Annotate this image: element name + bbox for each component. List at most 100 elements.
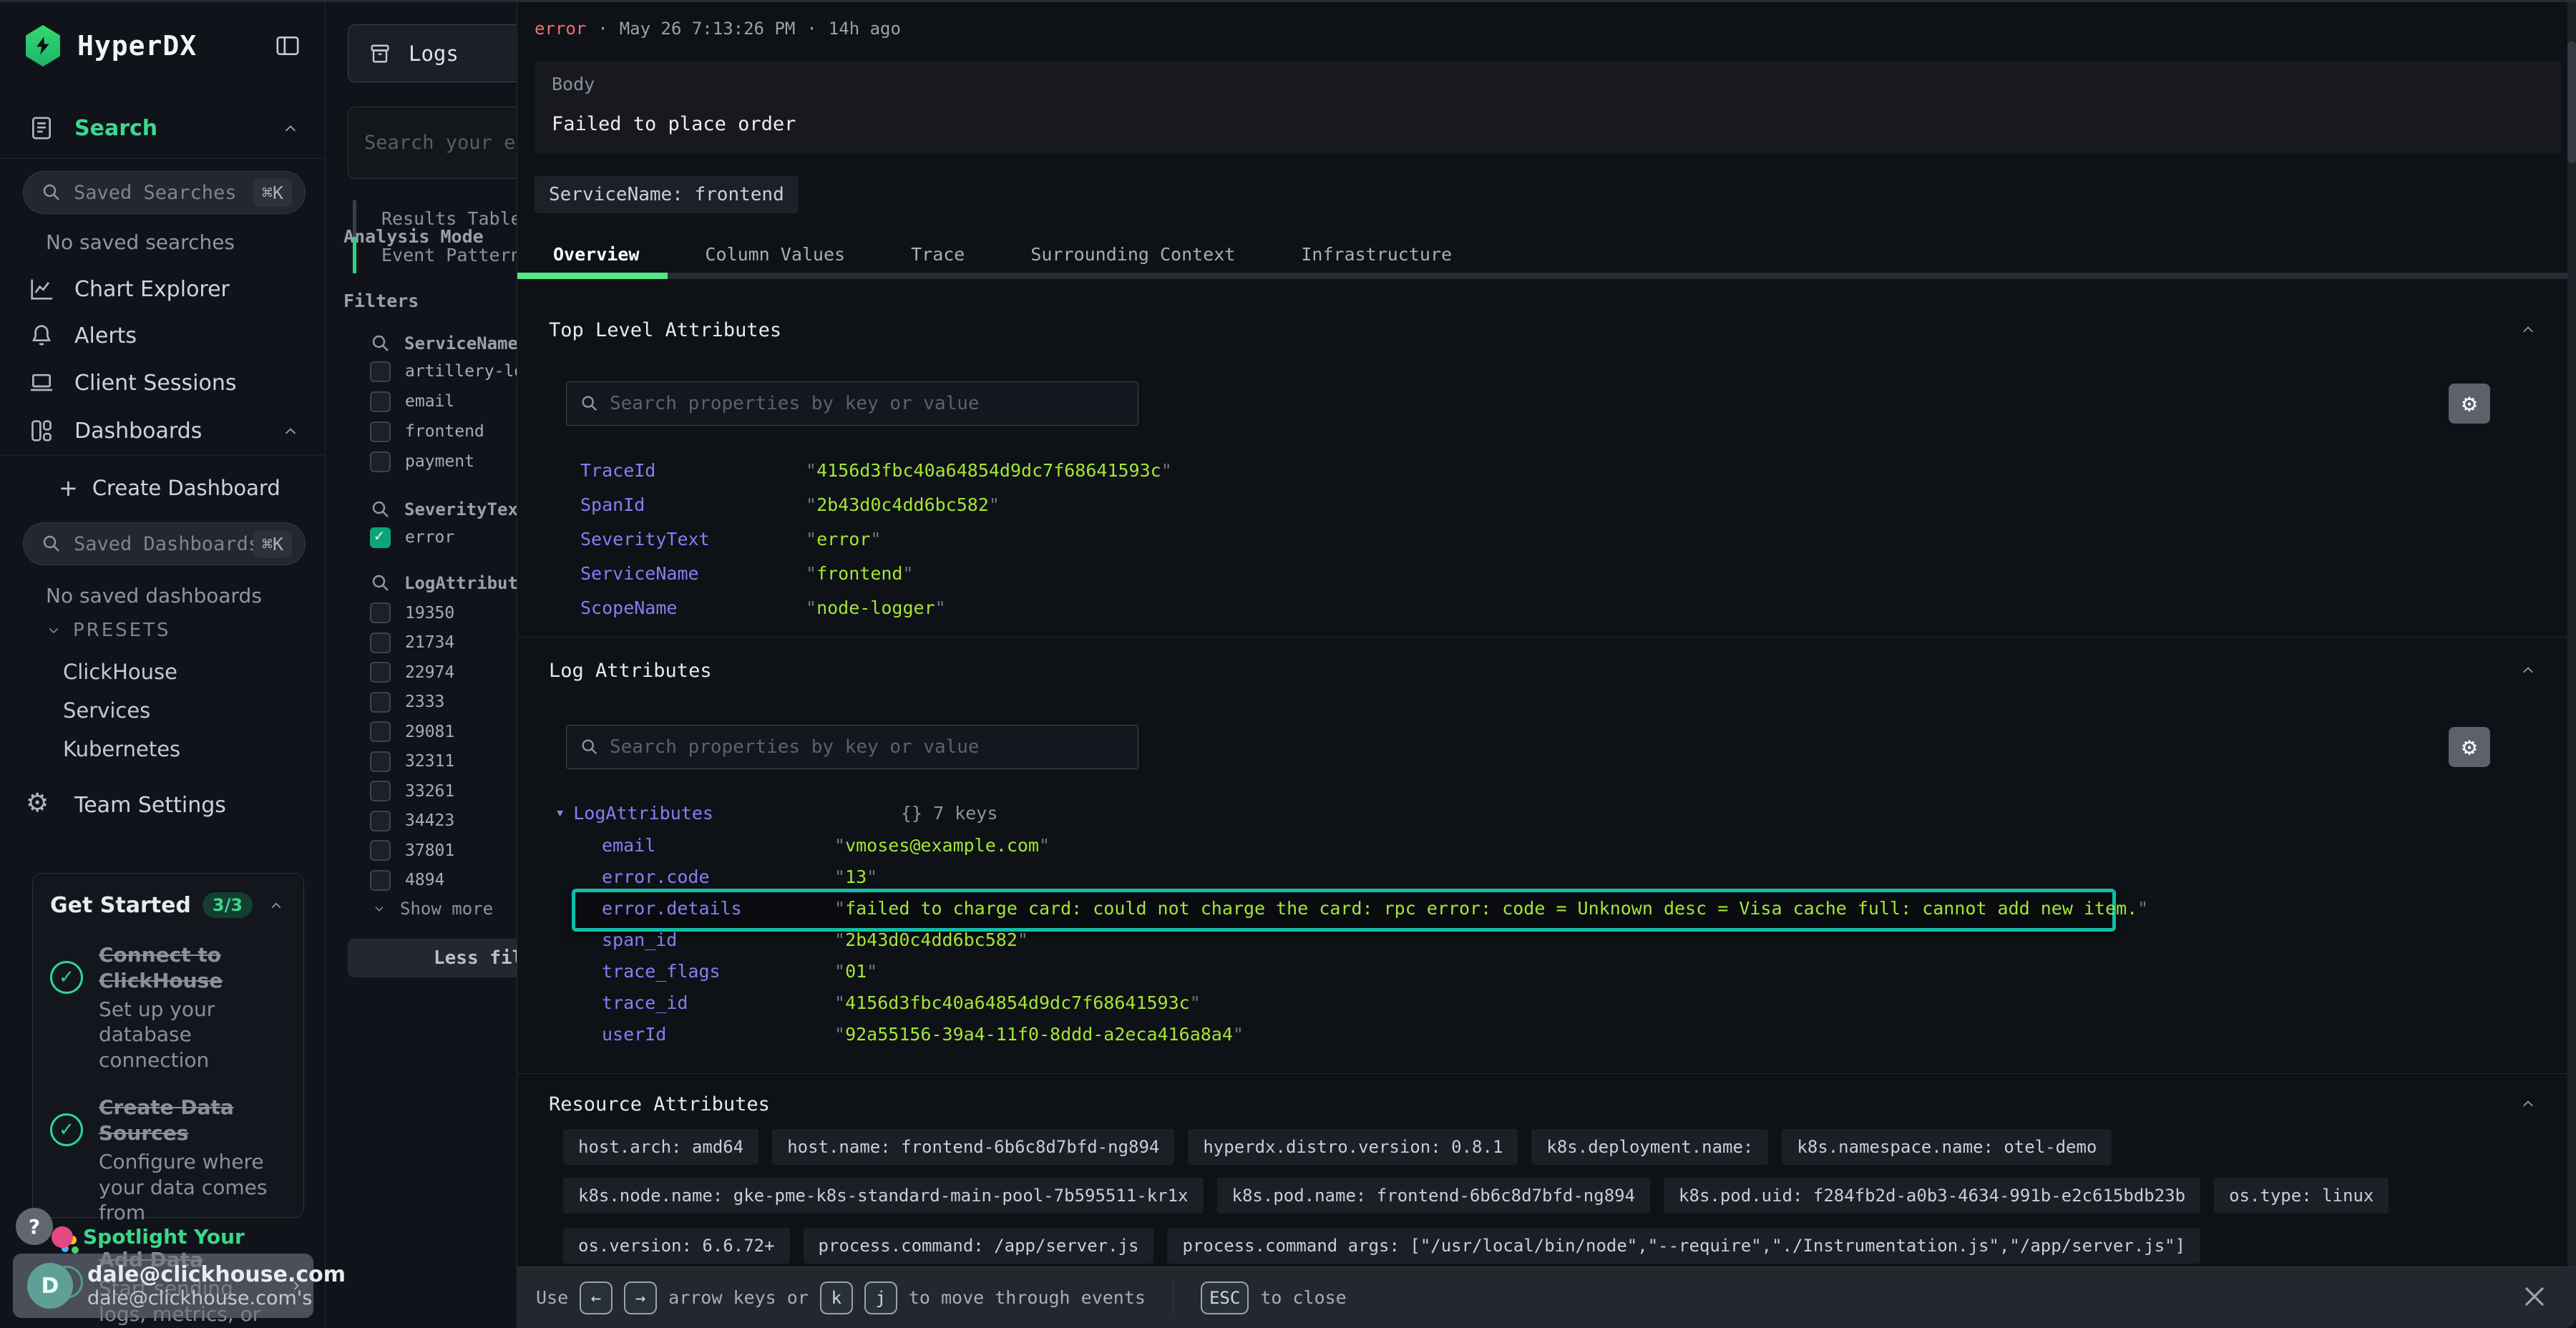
attribute-key[interactable]: email [602, 835, 834, 856]
preset-dashboard-item[interactable]: ClickHouse [0, 653, 326, 691]
resource-attribute-badge[interactable]: k8s.node.name: gke-pme-k8s-standard-main… [563, 1178, 1204, 1214]
chevron-up-icon[interactable] [2517, 663, 2539, 677]
chevron-up-icon[interactable] [266, 899, 286, 912]
log-attributes-search-input[interactable] [610, 736, 1125, 758]
checkbox[interactable] [370, 811, 391, 831]
chevron-up-icon[interactable] [280, 121, 301, 135]
gear-icon[interactable]: ⚙ [2449, 384, 2490, 424]
attribute-row[interactable]: SeverityText error [580, 522, 2512, 556]
resource-attribute-badge[interactable]: os.type: linux [2214, 1178, 2389, 1214]
top-attributes-search-input[interactable] [610, 393, 1125, 414]
attribute-row[interactable]: trace_flags 01 [602, 955, 2534, 987]
event-search-box[interactable] [348, 107, 517, 179]
attribute-row[interactable]: SpanId 2b43d0c4dd6bc582 [580, 487, 2512, 522]
attribute-key[interactable]: SeverityText [580, 529, 806, 550]
saved-dashboards-field[interactable] [74, 533, 253, 555]
filter-checkbox-row[interactable]: 4894 [370, 866, 517, 896]
attribute-value[interactable]: vmoses@example.com [834, 835, 1050, 856]
filter-checkbox-row[interactable]: 34423 [370, 806, 517, 836]
checkbox[interactable] [370, 781, 391, 801]
checkbox-checked[interactable] [370, 527, 391, 548]
attribute-row[interactable]: trace_id 4156d3fbc40a64854d9dc7f68641593… [602, 987, 2534, 1018]
checkbox[interactable] [370, 721, 391, 742]
sidebar-item-team-settings[interactable]: ⚙ Team Settings [0, 784, 326, 826]
attribute-row[interactable]: span_id 2b43d0c4dd6bc582 [602, 924, 2534, 955]
source-select-button[interactable]: Logs [348, 24, 517, 82]
filter-checkbox-row[interactable]: 29081 [370, 717, 517, 747]
attribute-value[interactable]: error [806, 529, 881, 550]
tree-root-key[interactable]: LogAttributes [573, 803, 713, 824]
attribute-value[interactable]: 92a55156-39a4-11f0-8ddd-a2eca416a8a4 [834, 1024, 1244, 1045]
attribute-key[interactable]: trace_id [602, 992, 834, 1013]
attribute-row[interactable]: email vmoses@example.com [602, 829, 2534, 861]
log-attributes-tree-root[interactable]: ▾ LogAttributes {} 7 keys [555, 800, 997, 826]
checkbox[interactable] [370, 391, 391, 412]
sidebar-item-chart-explorer[interactable]: Chart Explorer [0, 268, 326, 310]
attribute-value[interactable]: 2b43d0c4dd6bc582 [834, 929, 1028, 950]
caret-down-icon[interactable]: ▾ [555, 804, 565, 822]
attribute-value[interactable]: 13 [834, 866, 877, 887]
checkbox[interactable] [370, 662, 391, 683]
filter-checkbox-row[interactable]: frontend [370, 416, 517, 446]
checkbox[interactable] [370, 361, 391, 382]
attribute-row[interactable]: TraceId 4156d3fbc40a64854d9dc7f68641593c [580, 453, 2512, 487]
attribute-row[interactable]: userId 92a55156-39a4-11f0-8ddd-a2eca416a… [602, 1018, 2534, 1050]
show-more-button[interactable]: Show more [370, 899, 493, 919]
attribute-row[interactable]: ServiceName frontend [580, 556, 2512, 590]
attribute-key[interactable]: error.code [602, 866, 834, 887]
attribute-key[interactable]: userId [602, 1024, 834, 1045]
resource-attribute-badge[interactable]: process.command: /app/server.js [804, 1228, 1154, 1264]
chevron-up-icon[interactable] [2517, 1096, 2539, 1110]
detail-tab[interactable]: Infrastructure [1301, 244, 1452, 265]
filter-checkbox-row[interactable]: 22974 [370, 658, 517, 688]
attribute-row[interactable]: error.details failed to charge card: cou… [602, 892, 2534, 924]
resource-attribute-badge[interactable]: k8s.namespace.name: otel-demo [1782, 1129, 2112, 1165]
checkbox[interactable] [370, 602, 391, 623]
event-search-input[interactable] [364, 107, 517, 178]
attribute-row[interactable]: ScopeName node-logger [580, 590, 2512, 625]
gear-icon[interactable]: ⚙ [2449, 727, 2490, 767]
resource-attribute-badge[interactable]: k8s.pod.name: frontend-6b6c8d7bfd-ng894 [1217, 1178, 1651, 1214]
attribute-key[interactable]: SpanId [580, 494, 806, 515]
checkbox[interactable] [370, 692, 391, 713]
top-attributes-search[interactable] [566, 381, 1138, 426]
chevron-up-icon[interactable] [2517, 322, 2539, 336]
preset-dashboard-item[interactable]: Kubernetes [0, 730, 326, 768]
less-filters-button[interactable]: Less filters [348, 939, 517, 977]
resource-attribute-badge[interactable]: process.command args: ["/usr/local/bin/n… [1167, 1228, 2200, 1264]
scrollbar-thumb[interactable] [2567, 42, 2576, 163]
saved-dashboards-input[interactable]: ⌘K [23, 522, 306, 565]
analysis-mode-option[interactable]: Event Patterns [353, 237, 517, 273]
checkbox[interactable] [370, 451, 391, 472]
hyperdx-logo-icon[interactable] [24, 25, 62, 67]
detail-tab[interactable]: Overview [553, 244, 639, 265]
get-started-item[interactable]: ✓ Create Data Sources Configure where yo… [50, 1095, 286, 1226]
saved-searches-input[interactable]: ⌘K [23, 171, 306, 214]
attribute-value[interactable]: node-logger [806, 597, 946, 618]
sidebar-item-client-sessions[interactable]: Client Sessions [0, 362, 326, 404]
filter-checkbox-row[interactable]: artillery-loadgen [370, 356, 517, 386]
filter-group-servicename[interactable]: ServiceName [370, 333, 517, 354]
checkbox[interactable] [370, 633, 391, 653]
attribute-row[interactable]: error.code 13 [602, 861, 2534, 892]
detail-tab[interactable]: Trace [911, 244, 965, 265]
log-attributes-search[interactable] [566, 725, 1138, 769]
attribute-value[interactable]: 4156d3fbc40a64854d9dc7f68641593c [806, 460, 1172, 481]
collapse-sidebar-icon[interactable] [272, 31, 303, 60]
filter-checkbox-row[interactable]: payment [370, 446, 517, 477]
attribute-value[interactable]: 4156d3fbc40a64854d9dc7f68641593c [834, 992, 1201, 1013]
filter-group-severitytext[interactable]: SeverityText [370, 499, 517, 520]
attribute-key[interactable]: span_id [602, 929, 834, 950]
analysis-mode-option[interactable]: Results Table [353, 200, 517, 237]
user-account-chip[interactable]: D dale@clickhouse.com dale@clickhouse.co… [13, 1254, 313, 1318]
attribute-key[interactable]: error.details [602, 898, 834, 919]
filter-group-logattributes[interactable]: LogAttributes [370, 572, 517, 594]
attribute-value[interactable]: 01 [834, 961, 877, 982]
create-dashboard-button[interactable]: + Create Dashboard [0, 467, 326, 509]
filter-checkbox-row[interactable]: 37801 [370, 836, 517, 866]
resource-attribute-badge[interactable]: host.arch: amd64 [563, 1129, 758, 1165]
attribute-value[interactable]: 2b43d0c4dd6bc582 [806, 494, 1000, 515]
get-started-item[interactable]: ✓ Connect to ClickHouse Set up your data… [50, 942, 286, 1073]
filter-checkbox-row[interactable]: email [370, 386, 517, 416]
resource-attribute-badge[interactable]: host.name: frontend-6b6c8d7bfd-ng894 [772, 1129, 1174, 1165]
